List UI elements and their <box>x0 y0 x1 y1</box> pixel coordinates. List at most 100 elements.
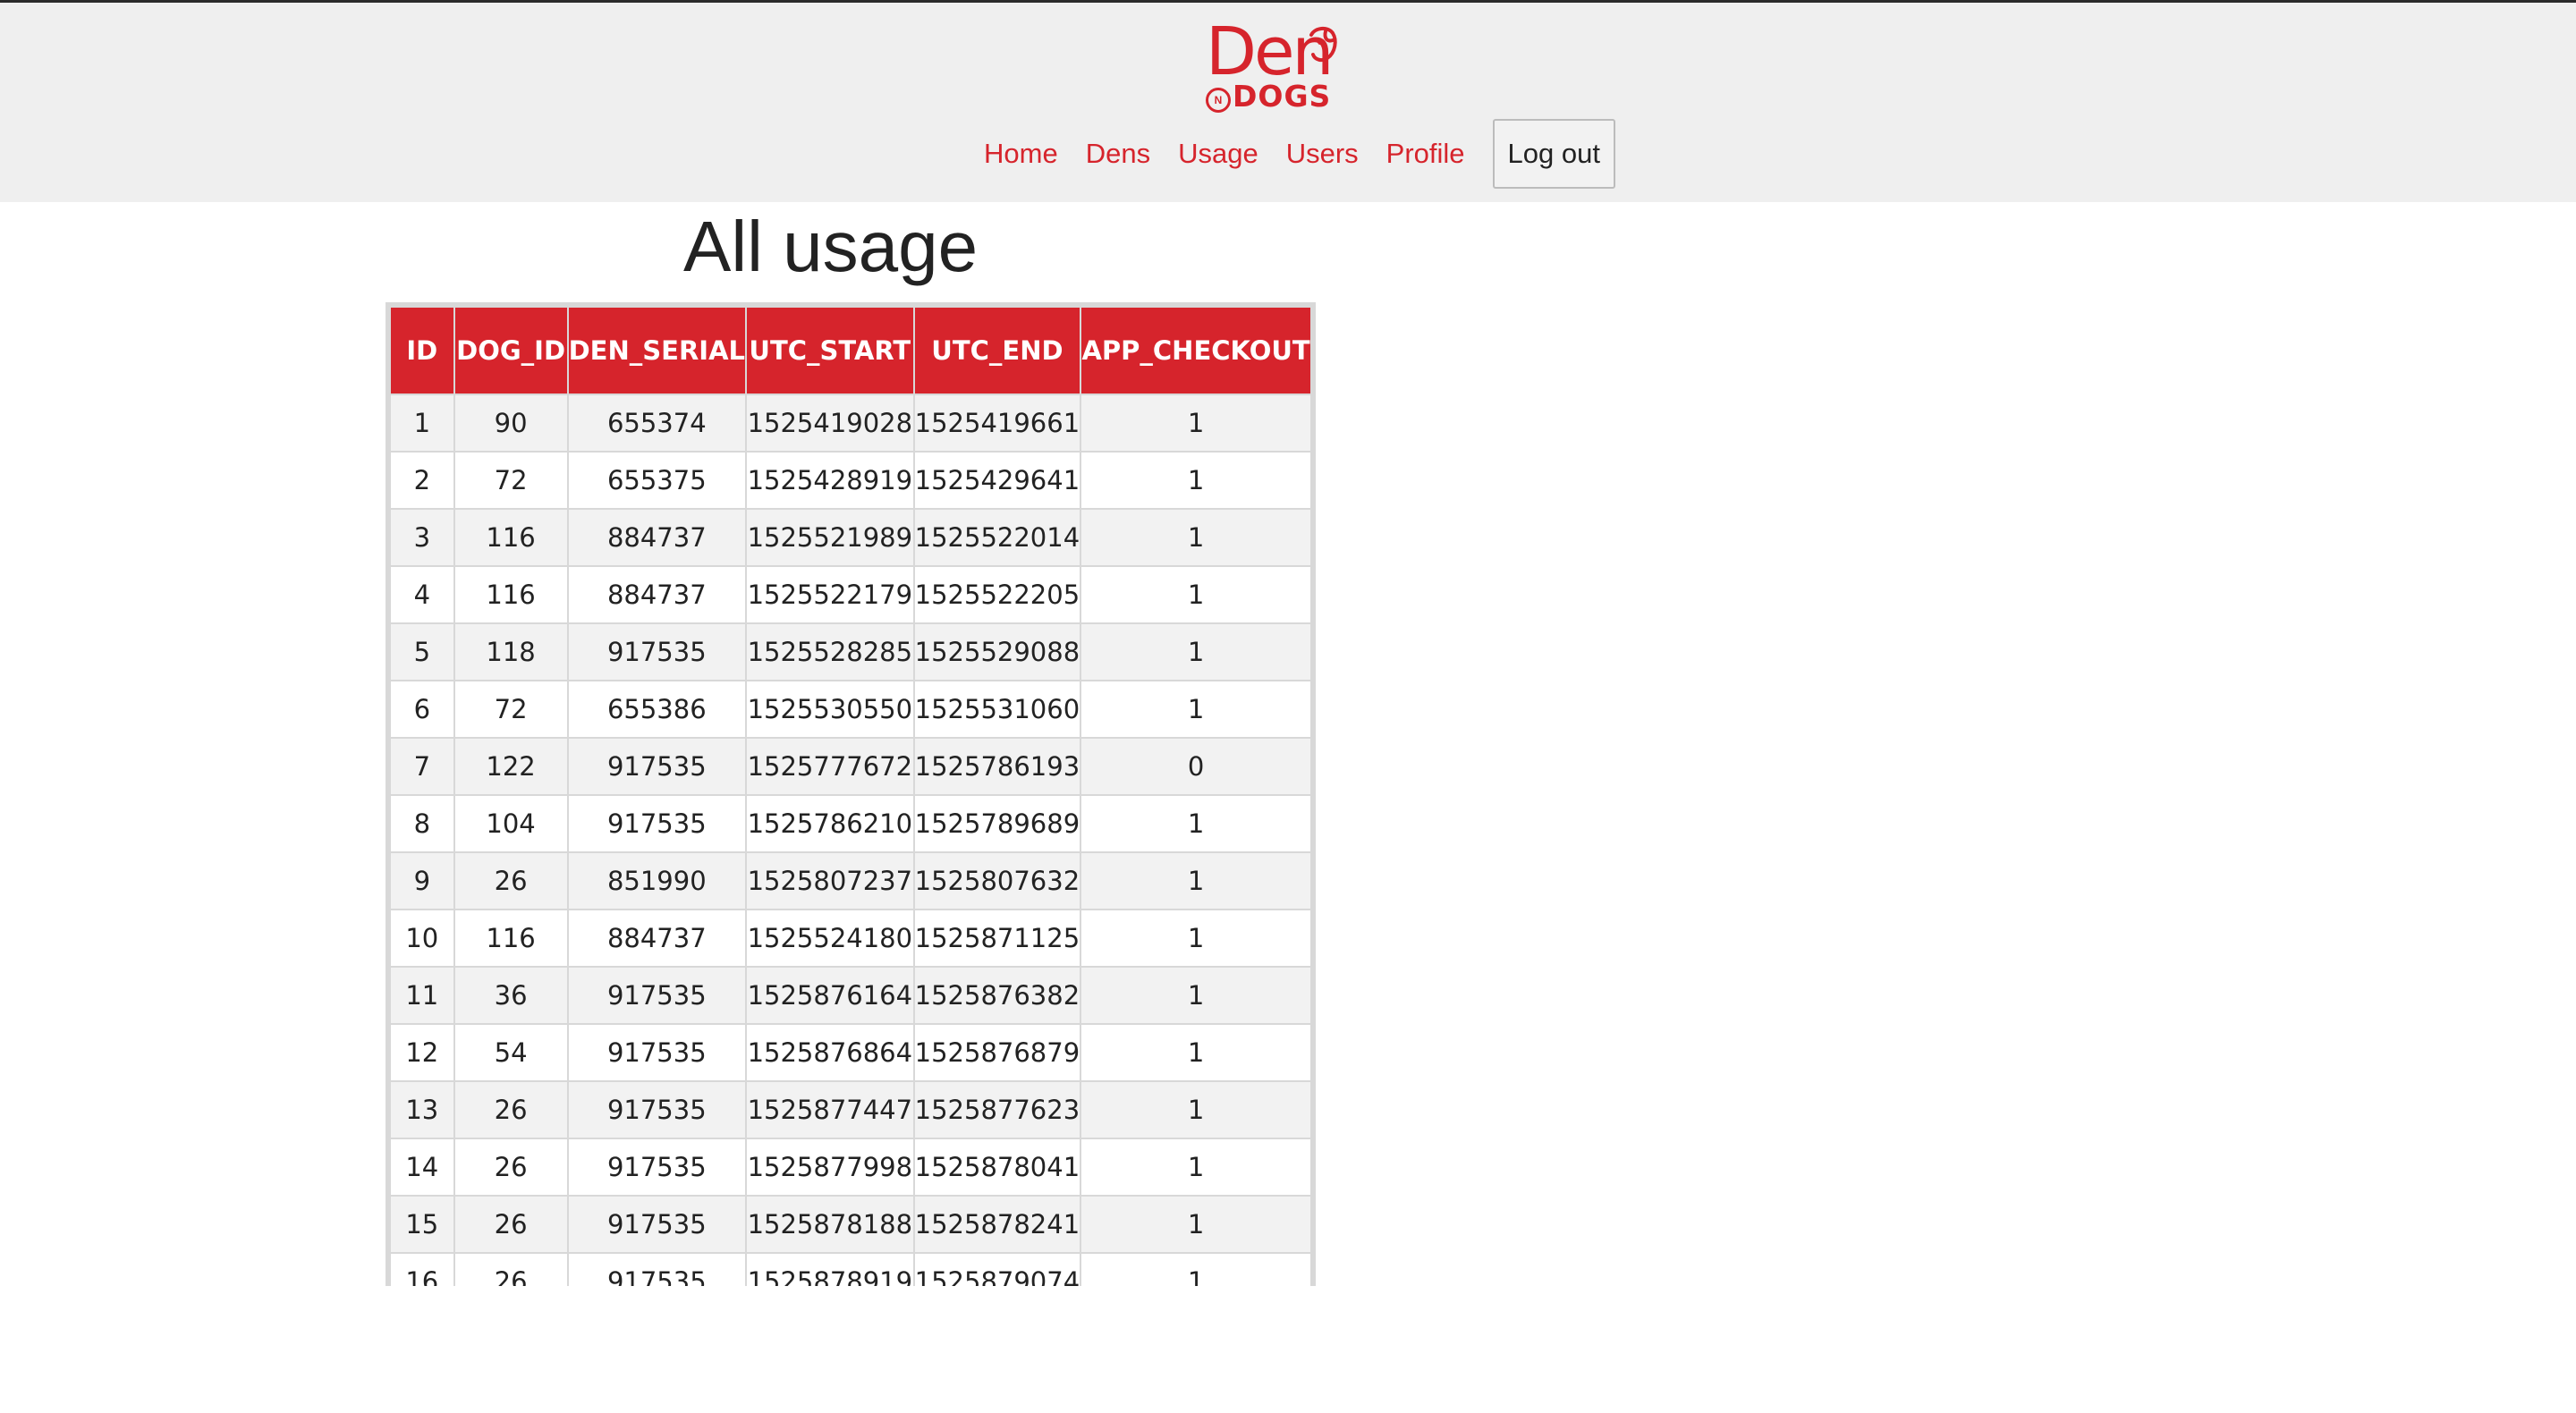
table-cell: 16 <box>389 1252 455 1286</box>
usage-table-body: 1 90 655374 1525419028 1525419661 1 2 72 655375 1… <box>389 393 1312 1286</box>
usage-table-container[interactable]: ID DOG_ID DEN_SERIAL UTC_START UTC_END A… <box>386 302 1316 1286</box>
column-header[interactable]: APP_CHECKOUT <box>1080 306 1312 395</box>
table-cell: 917535 <box>566 1080 748 1139</box>
table-cell: 1525876879 <box>912 1023 1082 1082</box>
table-cell: 655374 <box>566 393 748 453</box>
table-cell: 1 <box>1080 680 1312 739</box>
table-cell: 1525786193 <box>912 737 1082 796</box>
table-cell: 36 <box>453 966 569 1025</box>
table-cell: 1 <box>1080 794 1312 853</box>
page-title: All usage <box>683 207 979 286</box>
table-cell: 116 <box>453 909 569 968</box>
table-row: 16 26 917535 1525878919 1525879074 1 <box>389 1252 1312 1286</box>
table-cell: 1525521989 <box>745 508 915 567</box>
table-cell: 1 <box>1080 565 1312 624</box>
table-cell: 26 <box>453 1252 569 1286</box>
table-cell: 1525777672 <box>745 737 915 796</box>
table-cell: 1525871125 <box>912 909 1082 968</box>
table-cell: 1525879074 <box>912 1252 1082 1286</box>
table-cell: 8 <box>389 794 455 853</box>
table-cell: 1 <box>1080 909 1312 968</box>
table-row: 8 104 917535 1525786210 1525789689 1 <box>389 794 1312 853</box>
table-cell: 122 <box>453 737 569 796</box>
table-row: 14 26 917535 1525877998 1525878041 1 <box>389 1138 1312 1197</box>
table-cell: 1525807632 <box>912 851 1082 910</box>
table-cell: 26 <box>453 1195 569 1254</box>
dog-head-icon <box>1309 27 1337 63</box>
table-cell: 1 <box>1080 851 1312 910</box>
table-cell: 917535 <box>566 622 748 681</box>
table-cell: 116 <box>453 508 569 567</box>
table-row: 2 72 655375 1525428919 1525429641 1 <box>389 451 1312 510</box>
table-cell: 917535 <box>566 737 748 796</box>
table-cell: 104 <box>453 794 569 853</box>
usage-table: ID DOG_ID DEN_SERIAL UTC_START UTC_END A… <box>389 306 1312 1286</box>
table-cell: 917535 <box>566 794 748 853</box>
table-cell: 1525876864 <box>745 1023 915 1082</box>
table-cell: 1525419661 <box>912 393 1082 453</box>
table-cell: 1525878188 <box>745 1195 915 1254</box>
table-row: 9 26 851990 1525807237 1525807632 1 <box>389 851 1312 910</box>
table-row: 15 26 917535 1525878188 1525878241 1 <box>389 1195 1312 1254</box>
table-cell: 54 <box>453 1023 569 1082</box>
logout-button[interactable]: Log out <box>1492 119 1615 189</box>
table-cell: 1525530550 <box>745 680 915 739</box>
column-header[interactable]: DOG_ID <box>453 306 569 395</box>
table-cell: 6 <box>389 680 455 739</box>
logo-subtitle: DOGS <box>1233 79 1332 114</box>
table-cell: 72 <box>453 680 569 739</box>
den-dogs-logo[interactable]: Den N DOGS <box>1206 19 1340 114</box>
table-row: 6 72 655386 1525530550 1525531060 1 <box>389 680 1312 739</box>
table-cell: 13 <box>389 1080 455 1139</box>
table-cell: 72 <box>453 451 569 510</box>
table-cell: 655375 <box>566 451 748 510</box>
table-row: 1 90 655374 1525419028 1525419661 1 <box>389 393 1312 453</box>
nav-link-profile[interactable]: Profile <box>1386 117 1465 190</box>
nav-link-usage[interactable]: Usage <box>1178 117 1258 190</box>
table-cell: 917535 <box>566 1195 748 1254</box>
column-header[interactable]: DEN_SERIAL <box>566 306 748 395</box>
column-header[interactable]: ID <box>389 306 455 395</box>
table-cell: 1525877998 <box>745 1138 915 1197</box>
table-cell: 1525876164 <box>745 966 915 1025</box>
table-cell: 1 <box>1080 508 1312 567</box>
table-cell: 1525522014 <box>912 508 1082 567</box>
table-cell: 116 <box>453 565 569 624</box>
table-cell: 10 <box>389 909 455 968</box>
table-row: 13 26 917535 1525877447 1525877623 1 <box>389 1080 1312 1139</box>
table-cell: 1525877623 <box>912 1080 1082 1139</box>
navbar: Den N DOGS Home Dens Usage Users Profile… <box>0 3 2576 202</box>
table-row: 3 116 884737 1525521989 1525522014 1 <box>389 508 1312 567</box>
table-row: 5 118 917535 1525528285 1525529088 1 <box>389 622 1312 681</box>
table-cell: 0 <box>1080 737 1312 796</box>
nav-link-users[interactable]: Users <box>1286 117 1359 190</box>
table-cell: 1525419028 <box>745 393 915 453</box>
table-row: 11 36 917535 1525876164 1525876382 1 <box>389 966 1312 1025</box>
table-cell: 26 <box>453 1080 569 1139</box>
nav-link-dens[interactable]: Dens <box>1086 117 1150 190</box>
table-cell: 12 <box>389 1023 455 1082</box>
table-cell: 917535 <box>566 1138 748 1197</box>
table-cell: 1525429641 <box>912 451 1082 510</box>
table-cell: 4 <box>389 565 455 624</box>
table-cell: 917535 <box>566 1023 748 1082</box>
table-cell: 9 <box>389 851 455 910</box>
table-cell: 1525789689 <box>912 794 1082 853</box>
table-cell: 1 <box>1080 1195 1312 1254</box>
table-cell: 884737 <box>566 909 748 968</box>
table-cell: 26 <box>453 1138 569 1197</box>
table-cell: 1525878041 <box>912 1138 1082 1197</box>
nav-link-home[interactable]: Home <box>984 117 1058 190</box>
column-header[interactable]: UTC_END <box>912 306 1082 395</box>
table-cell: 2 <box>389 451 455 510</box>
table-cell: 1525522179 <box>745 565 915 624</box>
table-row: 4 116 884737 1525522179 1525522205 1 <box>389 565 1312 624</box>
table-cell: 917535 <box>566 1252 748 1286</box>
table-cell: 1525529088 <box>912 622 1082 681</box>
table-cell: 884737 <box>566 508 748 567</box>
column-header[interactable]: UTC_START <box>745 306 915 395</box>
table-row: 10 116 884737 1525524180 1525871125 1 <box>389 909 1312 968</box>
table-cell: 884737 <box>566 565 748 624</box>
table-cell: 1 <box>389 393 455 453</box>
table-cell: 1 <box>1080 1138 1312 1197</box>
